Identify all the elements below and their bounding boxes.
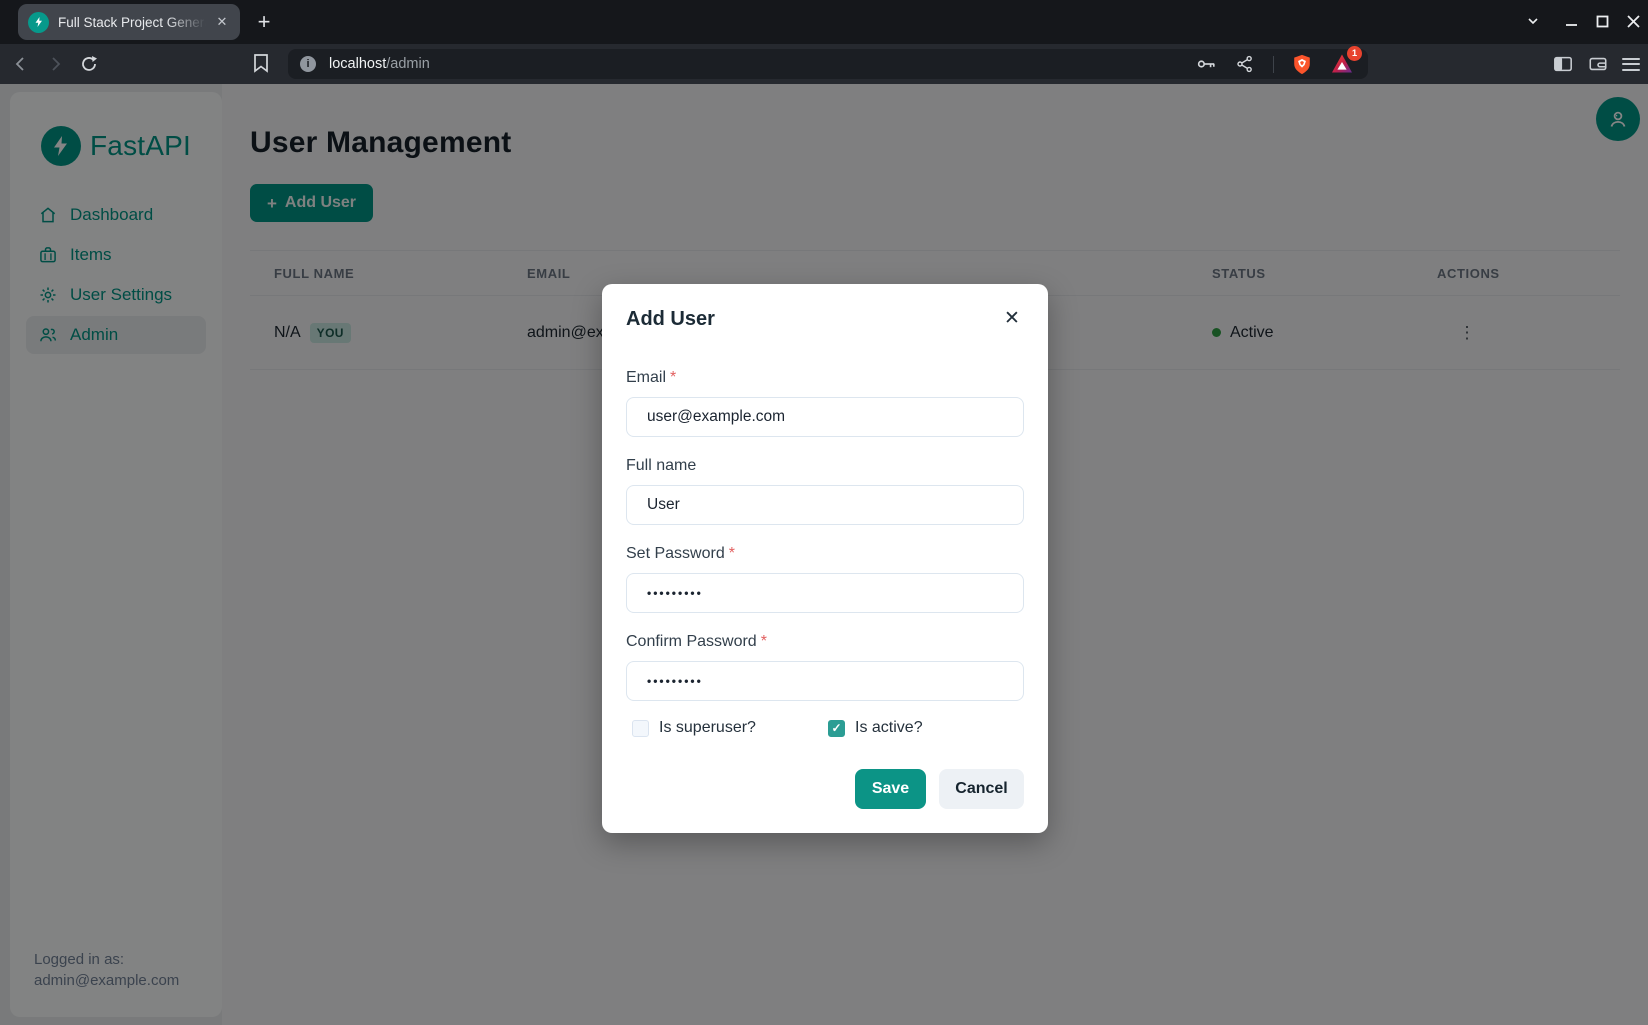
url-host: localhost bbox=[329, 56, 386, 72]
password-key-icon[interactable] bbox=[1195, 53, 1217, 75]
window-maximize-button[interactable] bbox=[1590, 9, 1614, 33]
is-superuser-checkbox[interactable]: ✓ bbox=[632, 720, 649, 737]
confirm-password-field[interactable] bbox=[626, 661, 1024, 701]
modal-actions: Save Cancel bbox=[626, 769, 1024, 809]
rewards-notification-badge: 1 bbox=[1347, 46, 1362, 61]
required-marker: * bbox=[670, 369, 676, 386]
tab-bar: Full Stack Project Genera ✕ + bbox=[0, 0, 1648, 44]
email-field[interactable] bbox=[626, 397, 1024, 437]
is-active-label: Is active? bbox=[855, 719, 923, 737]
url-text[interactable]: localhost/admin bbox=[329, 56, 430, 72]
save-button[interactable]: Save bbox=[855, 769, 926, 809]
modal-close-icon[interactable]: ✕ bbox=[998, 304, 1026, 332]
url-path: /admin bbox=[386, 56, 430, 72]
modal-title: Add User bbox=[626, 308, 1024, 331]
required-marker: * bbox=[761, 633, 767, 650]
confirm-password-label: Confirm Password bbox=[626, 633, 757, 650]
is-superuser-label: Is superuser? bbox=[659, 719, 756, 737]
back-button[interactable] bbox=[10, 53, 32, 75]
full-name-field[interactable] bbox=[626, 485, 1024, 525]
email-field-group: Email* bbox=[626, 367, 1024, 437]
brave-rewards-icon[interactable]: 1 bbox=[1330, 52, 1354, 76]
url-bar[interactable]: i localhost/admin bbox=[288, 49, 1368, 79]
add-user-modal: Add User ✕ Email* Full name Set Password… bbox=[602, 284, 1048, 833]
menu-hamburger-icon[interactable] bbox=[1622, 58, 1640, 71]
tab-title: Full Stack Project Genera bbox=[58, 15, 212, 30]
forward-button[interactable] bbox=[44, 53, 66, 75]
confirm-password-field-group: Confirm Password* bbox=[626, 631, 1024, 701]
brave-shields-icon[interactable] bbox=[1291, 53, 1313, 75]
site-info-icon[interactable]: i bbox=[300, 56, 316, 72]
wallet-icon[interactable] bbox=[1587, 53, 1609, 75]
window-minimize-button[interactable] bbox=[1559, 9, 1583, 33]
set-password-field[interactable] bbox=[626, 573, 1024, 613]
checkbox-row: ✓ Is superuser? ✓ Is active? bbox=[626, 719, 1024, 737]
cancel-button[interactable]: Cancel bbox=[939, 769, 1024, 809]
window-close-button[interactable] bbox=[1621, 9, 1645, 33]
set-password-field-group: Set Password* bbox=[626, 543, 1024, 613]
sidebar-panel-icon[interactable] bbox=[1552, 53, 1574, 75]
new-tab-button[interactable]: + bbox=[250, 8, 278, 36]
set-password-label: Set Password bbox=[626, 545, 725, 562]
browser-window: Full Stack Project Genera ✕ + bbox=[0, 0, 1648, 1025]
page-content: FastAPI Dashboard Items User Settings A bbox=[0, 84, 1648, 1025]
email-label: Email bbox=[626, 369, 666, 386]
fastapi-favicon-icon bbox=[28, 12, 49, 33]
reload-button[interactable] bbox=[78, 53, 100, 75]
toolbar-divider bbox=[1273, 56, 1274, 73]
full-name-label: Full name bbox=[626, 457, 696, 474]
tab-search-chevron-icon[interactable] bbox=[1521, 9, 1545, 33]
browser-tab[interactable]: Full Stack Project Genera ✕ bbox=[18, 4, 240, 40]
tab-close-icon[interactable]: ✕ bbox=[212, 12, 232, 32]
bookmark-icon[interactable] bbox=[252, 53, 270, 78]
share-icon[interactable] bbox=[1234, 53, 1256, 75]
required-marker: * bbox=[729, 545, 735, 562]
browser-toolbar: i localhost/admin bbox=[0, 44, 1648, 84]
full-name-field-group: Full name bbox=[626, 455, 1024, 525]
is-active-checkbox[interactable]: ✓ bbox=[828, 720, 845, 737]
